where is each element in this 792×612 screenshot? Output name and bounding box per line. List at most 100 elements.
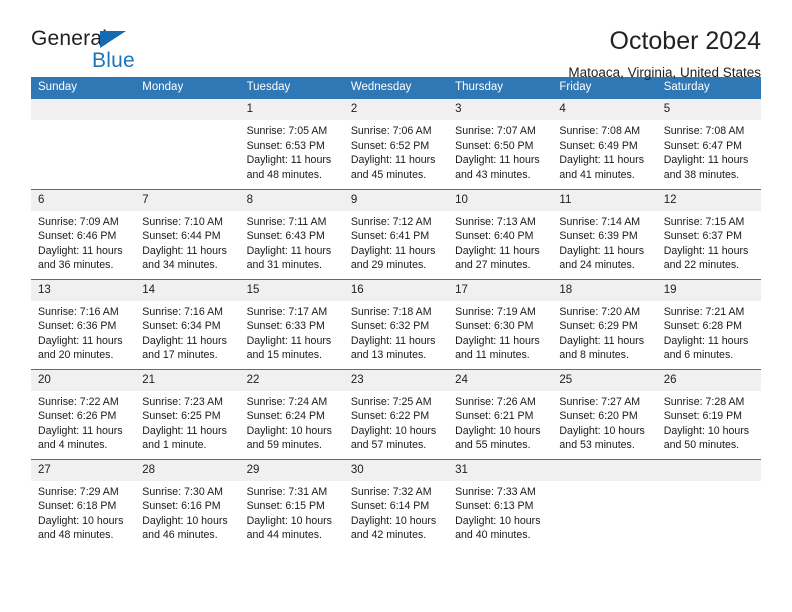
- sunset-text: Sunset: 6:16 PM: [142, 500, 221, 513]
- calendar-day-cell[interactable]: 23 Sunrise: 7:25 AM Sunset: 6:22 PM Dayligh…: [343, 368, 449, 459]
- calendar-day-cell[interactable]: 8 Sunrise: 7:11 AM Sunset: 6:43 PM Daylight…: [239, 188, 344, 279]
- sunrise-text: Sunrise: 7:30 AM: [142, 485, 223, 498]
- sunset-text: Sunset: 6:43 PM: [246, 230, 325, 243]
- calendar-empty-cell: [31, 99, 136, 189]
- calendar-day-cell[interactable]: 27 Sunrise: 7:29 AM Sunset: 6:18 PM Dayligh…: [31, 458, 136, 549]
- sunrise-text: Sunrise: 7:14 AM: [559, 215, 641, 228]
- day-number: 19: [656, 279, 761, 301]
- sunrise-text: Sunrise: 7:16 AM: [142, 305, 223, 318]
- day-number: 9: [343, 189, 449, 211]
- calendar-day-cell[interactable]: 31 Sunrise: 7:33 AM Sunset: 6:13 PM Dayligh…: [448, 458, 553, 549]
- day-number: 20: [31, 369, 136, 391]
- day-details: Sunrise: 7:06 AM Sunset: 6:52 PM Daylight:…: [344, 120, 448, 182]
- logo-general-blue[interactable]: General Blue: [31, 26, 151, 78]
- sunset-text: Sunset: 6:24 PM: [246, 410, 325, 423]
- sunrise-text: Sunrise: 7:25 AM: [350, 395, 432, 408]
- day-details: Sunrise: 7:20 AM Sunset: 6:29 PM Daylight:…: [552, 301, 656, 363]
- day-number: [656, 459, 761, 481]
- calendar-day-cell[interactable]: 11 Sunrise: 7:14 AM Sunset: 6:39 PM Dayligh…: [552, 188, 657, 279]
- calendar-day-cell[interactable]: 4 Sunrise: 7:08 AM Sunset: 6:49 PM Daylight…: [552, 99, 657, 189]
- calendar-day-cell[interactable]: 19 Sunrise: 7:21 AM Sunset: 6:28 PM Dayligh…: [656, 278, 761, 369]
- sunrise-text: Sunrise: 7:27 AM: [559, 395, 641, 408]
- day-details: Sunrise: 7:09 AM Sunset: 6:46 PM Daylight:…: [31, 211, 135, 273]
- day-number: 26: [656, 369, 761, 391]
- sunrise-text: Sunrise: 7:29 AM: [38, 485, 119, 498]
- page-header: General Blue October 2024 Matoaca, Virgi…: [31, 0, 761, 80]
- sunset-text: Sunset: 6:18 PM: [38, 500, 117, 513]
- daylight-text: Daylight: 10 hours and 44 minutes.: [246, 514, 332, 542]
- weekday-header-wednesday: Wednesday: [343, 77, 449, 99]
- day-number: 22: [239, 369, 344, 391]
- calendar-day-cell[interactable]: 28 Sunrise: 7:30 AM Sunset: 6:16 PM Dayligh…: [135, 458, 240, 549]
- calendar-day-cell[interactable]: 25 Sunrise: 7:27 AM Sunset: 6:20 PM Dayligh…: [552, 368, 657, 459]
- calendar-day-cell[interactable]: 18 Sunrise: 7:20 AM Sunset: 6:29 PM Dayligh…: [552, 278, 657, 369]
- calendar-day-cell[interactable]: 24 Sunrise: 7:26 AM Sunset: 6:21 PM Dayligh…: [448, 368, 553, 459]
- calendar-day-cell[interactable]: 3 Sunrise: 7:07 AM Sunset: 6:50 PM Daylight…: [448, 99, 553, 189]
- day-number: 30: [343, 459, 449, 481]
- calendar-day-cell[interactable]: 29 Sunrise: 7:31 AM Sunset: 6:15 PM Dayligh…: [239, 458, 344, 549]
- calendar-day-cell[interactable]: 17 Sunrise: 7:19 AM Sunset: 6:30 PM Dayligh…: [448, 278, 553, 369]
- day-details: Sunrise: 7:10 AM Sunset: 6:44 PM Daylight:…: [135, 211, 239, 273]
- calendar-empty-cell: [656, 458, 761, 549]
- sunset-text: Sunset: 6:32 PM: [350, 320, 430, 333]
- title-block: October 2024 Matoaca, Virginia, United S…: [568, 26, 761, 82]
- day-details: Sunrise: 7:12 AM Sunset: 6:41 PM Daylight:…: [344, 211, 448, 273]
- sunset-text: Sunset: 6:14 PM: [350, 500, 430, 513]
- day-number: [135, 99, 240, 120]
- day-details: Sunrise: 7:08 AM Sunset: 6:49 PM Daylight:…: [552, 120, 656, 182]
- daylight-text: Daylight: 11 hours and 29 minutes.: [350, 244, 436, 272]
- day-details: Sunrise: 7:14 AM Sunset: 6:39 PM Daylight:…: [552, 211, 656, 273]
- day-details: Sunrise: 7:21 AM Sunset: 6:28 PM Daylight:…: [657, 301, 761, 363]
- day-details: Sunrise: 7:25 AM Sunset: 6:22 PM Daylight:…: [344, 391, 448, 453]
- calendar-day-cell[interactable]: 6 Sunrise: 7:09 AM Sunset: 6:46 PM Daylight…: [31, 188, 136, 279]
- day-number: 16: [343, 279, 449, 301]
- sunset-text: Sunset: 6:53 PM: [246, 139, 325, 152]
- sunset-text: Sunset: 6:21 PM: [455, 410, 534, 423]
- sunrise-text: Sunrise: 7:09 AM: [38, 215, 119, 228]
- calendar-day-cell[interactable]: 13 Sunrise: 7:16 AM Sunset: 6:36 PM Dayligh…: [31, 278, 136, 369]
- calendar-day-cell[interactable]: 7 Sunrise: 7:10 AM Sunset: 6:44 PM Daylight…: [135, 188, 240, 279]
- calendar-day-cell[interactable]: 22 Sunrise: 7:24 AM Sunset: 6:24 PM Dayligh…: [239, 368, 344, 459]
- sunrise-text: Sunrise: 7:11 AM: [246, 215, 327, 228]
- day-details: Sunrise: 7:23 AM Sunset: 6:25 PM Daylight:…: [135, 391, 239, 453]
- calendar-week-row: 20 Sunrise: 7:22 AM Sunset: 6:26 PM Dayligh…: [31, 368, 761, 459]
- day-details: Sunrise: 7:17 AM Sunset: 6:33 PM Daylight:…: [240, 301, 344, 363]
- day-number: 13: [31, 279, 136, 301]
- calendar-day-cell[interactable]: 21 Sunrise: 7:23 AM Sunset: 6:25 PM Dayligh…: [135, 368, 240, 459]
- calendar-day-cell[interactable]: 20 Sunrise: 7:22 AM Sunset: 6:26 PM Dayligh…: [31, 368, 136, 459]
- calendar-day-cell[interactable]: 1 Sunrise: 7:05 AM Sunset: 6:53 PM Daylight…: [239, 99, 344, 189]
- sunset-text: Sunset: 6:39 PM: [559, 230, 638, 243]
- calendar-day-cell[interactable]: 5 Sunrise: 7:08 AM Sunset: 6:47 PM Daylight…: [656, 99, 761, 189]
- sunrise-text: Sunrise: 7:31 AM: [246, 485, 328, 498]
- sunrise-text: Sunrise: 7:23 AM: [142, 395, 223, 408]
- sunset-text: Sunset: 6:25 PM: [142, 410, 221, 423]
- day-details: Sunrise: 7:05 AM Sunset: 6:53 PM Daylight:…: [240, 120, 344, 182]
- day-details: Sunrise: 7:18 AM Sunset: 6:32 PM Daylight:…: [344, 301, 448, 363]
- calendar-day-cell[interactable]: 26 Sunrise: 7:28 AM Sunset: 6:19 PM Dayligh…: [656, 368, 761, 459]
- day-number: 29: [239, 459, 344, 481]
- calendar-day-cell[interactable]: 16 Sunrise: 7:18 AM Sunset: 6:32 PM Dayligh…: [343, 278, 449, 369]
- calendar-day-cell[interactable]: 12 Sunrise: 7:15 AM Sunset: 6:37 PM Dayligh…: [656, 188, 761, 279]
- sunset-text: Sunset: 6:37 PM: [663, 230, 743, 243]
- daylight-text: Daylight: 11 hours and 24 minutes.: [559, 244, 645, 272]
- calendar-day-cell[interactable]: 14 Sunrise: 7:16 AM Sunset: 6:34 PM Dayligh…: [135, 278, 240, 369]
- calendar-day-cell[interactable]: 2 Sunrise: 7:06 AM Sunset: 6:52 PM Daylight…: [343, 99, 449, 189]
- daylight-text: Daylight: 10 hours and 40 minutes.: [455, 514, 541, 542]
- weekday-header-thursday: Thursday: [448, 77, 553, 99]
- sunset-text: Sunset: 6:40 PM: [455, 230, 534, 243]
- daylight-text: Daylight: 10 hours and 46 minutes.: [142, 514, 228, 542]
- day-details: Sunrise: 7:31 AM Sunset: 6:15 PM Daylight:…: [240, 481, 344, 543]
- day-number: 5: [656, 99, 761, 120]
- sunset-text: Sunset: 6:29 PM: [559, 320, 638, 333]
- day-details: Sunrise: 7:29 AM Sunset: 6:18 PM Daylight:…: [31, 481, 135, 543]
- daylight-text: Daylight: 11 hours and 4 minutes.: [38, 424, 123, 452]
- sunset-text: Sunset: 6:15 PM: [246, 500, 325, 513]
- calendar-day-cell[interactable]: 30 Sunrise: 7:32 AM Sunset: 6:14 PM Dayligh…: [343, 458, 449, 549]
- daylight-text: Daylight: 11 hours and 22 minutes.: [663, 244, 749, 272]
- calendar-day-cell[interactable]: 9 Sunrise: 7:12 AM Sunset: 6:41 PM Daylight…: [343, 188, 449, 279]
- calendar-day-cell[interactable]: 15 Sunrise: 7:17 AM Sunset: 6:33 PM Dayligh…: [239, 278, 344, 369]
- sunrise-text: Sunrise: 7:19 AM: [455, 305, 536, 318]
- calendar-day-cell[interactable]: 10 Sunrise: 7:13 AM Sunset: 6:40 PM Dayligh…: [448, 188, 553, 279]
- day-number: [31, 99, 136, 120]
- calendar-page: General Blue October 2024 Matoaca, Virgi…: [0, 0, 792, 612]
